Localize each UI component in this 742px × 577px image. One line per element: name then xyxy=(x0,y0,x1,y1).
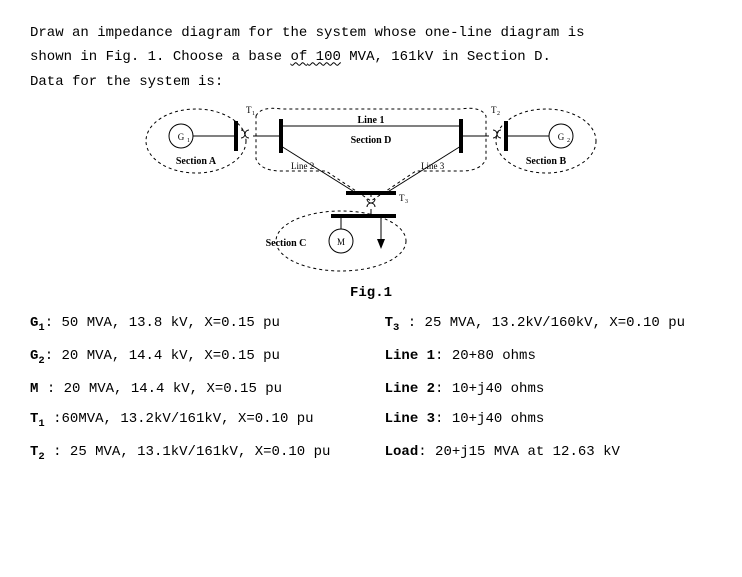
svg-text:2: 2 xyxy=(497,111,500,117)
svg-text:3: 3 xyxy=(405,199,408,205)
data-g1: G1: 50 MVA, 13.8 kV, X=0.15 pu xyxy=(30,315,385,334)
data-t2: T2 : 25 MVA, 13.1kV/161kV, X=0.10 pu xyxy=(30,444,385,463)
data-g2: G2: 20 MVA, 14.4 kV, X=0.15 pu xyxy=(30,348,385,367)
svg-text:2: 2 xyxy=(567,138,570,144)
prompt-of: of xyxy=(290,49,307,65)
svg-text:Line 1: Line 1 xyxy=(358,115,385,126)
prompt-line-1: Draw an impedance diagram for the system… xyxy=(30,22,712,44)
data-m: M : 20 MVA, 14.4 kV, X=0.15 pu xyxy=(30,381,385,397)
prompt-100: 100 xyxy=(307,49,341,65)
data-l3: Line 3: 10+j40 ohms xyxy=(385,411,712,430)
svg-text:Line 3: Line 3 xyxy=(421,161,445,171)
svg-text:Section D: Section D xyxy=(351,135,392,146)
prompt-line-2: shown in Fig. 1. Choose a base of 100 MV… xyxy=(30,46,712,68)
svg-text:Section C: Section C xyxy=(266,238,307,249)
svg-text:Line 2: Line 2 xyxy=(291,161,314,171)
one-line-diagram: G 1 G 2 M T 1 T 2 T 3 Line 1 Section D L… xyxy=(141,101,601,276)
svg-text:M: M xyxy=(337,237,345,247)
data-t3: T3 : 25 MVA, 13.2kV/160kV, X=0.10 pu xyxy=(385,315,712,334)
prompt-line-3: Data for the system is: xyxy=(30,71,712,93)
svg-text:Section A: Section A xyxy=(176,156,217,167)
svg-text:1: 1 xyxy=(187,138,190,144)
prompt-2b: MVA, 161kV in Section D. xyxy=(341,49,551,65)
data-t1: T1 :60MVA, 13.2kV/161kV, X=0.10 pu xyxy=(30,411,385,430)
data-load: Load: 20+j15 MVA at 12.63 kV xyxy=(385,444,712,463)
svg-text:1: 1 xyxy=(252,111,255,117)
svg-text:G: G xyxy=(558,132,565,142)
data-l1: Line 1: 20+80 ohms xyxy=(385,348,712,367)
data-l2: Line 2: 10+j40 ohms xyxy=(385,381,712,397)
prompt-2a: shown in Fig. 1. Choose a base xyxy=(30,49,290,65)
figure-caption: Fig.1 xyxy=(30,285,712,301)
svg-text:G: G xyxy=(178,132,185,142)
figure-1: G 1 G 2 M T 1 T 2 T 3 Line 1 Section D L… xyxy=(30,101,712,281)
svg-text:Section B: Section B xyxy=(526,156,567,167)
component-data: G1: 50 MVA, 13.8 kV, X=0.15 pu T3 : 25 M… xyxy=(30,315,712,462)
